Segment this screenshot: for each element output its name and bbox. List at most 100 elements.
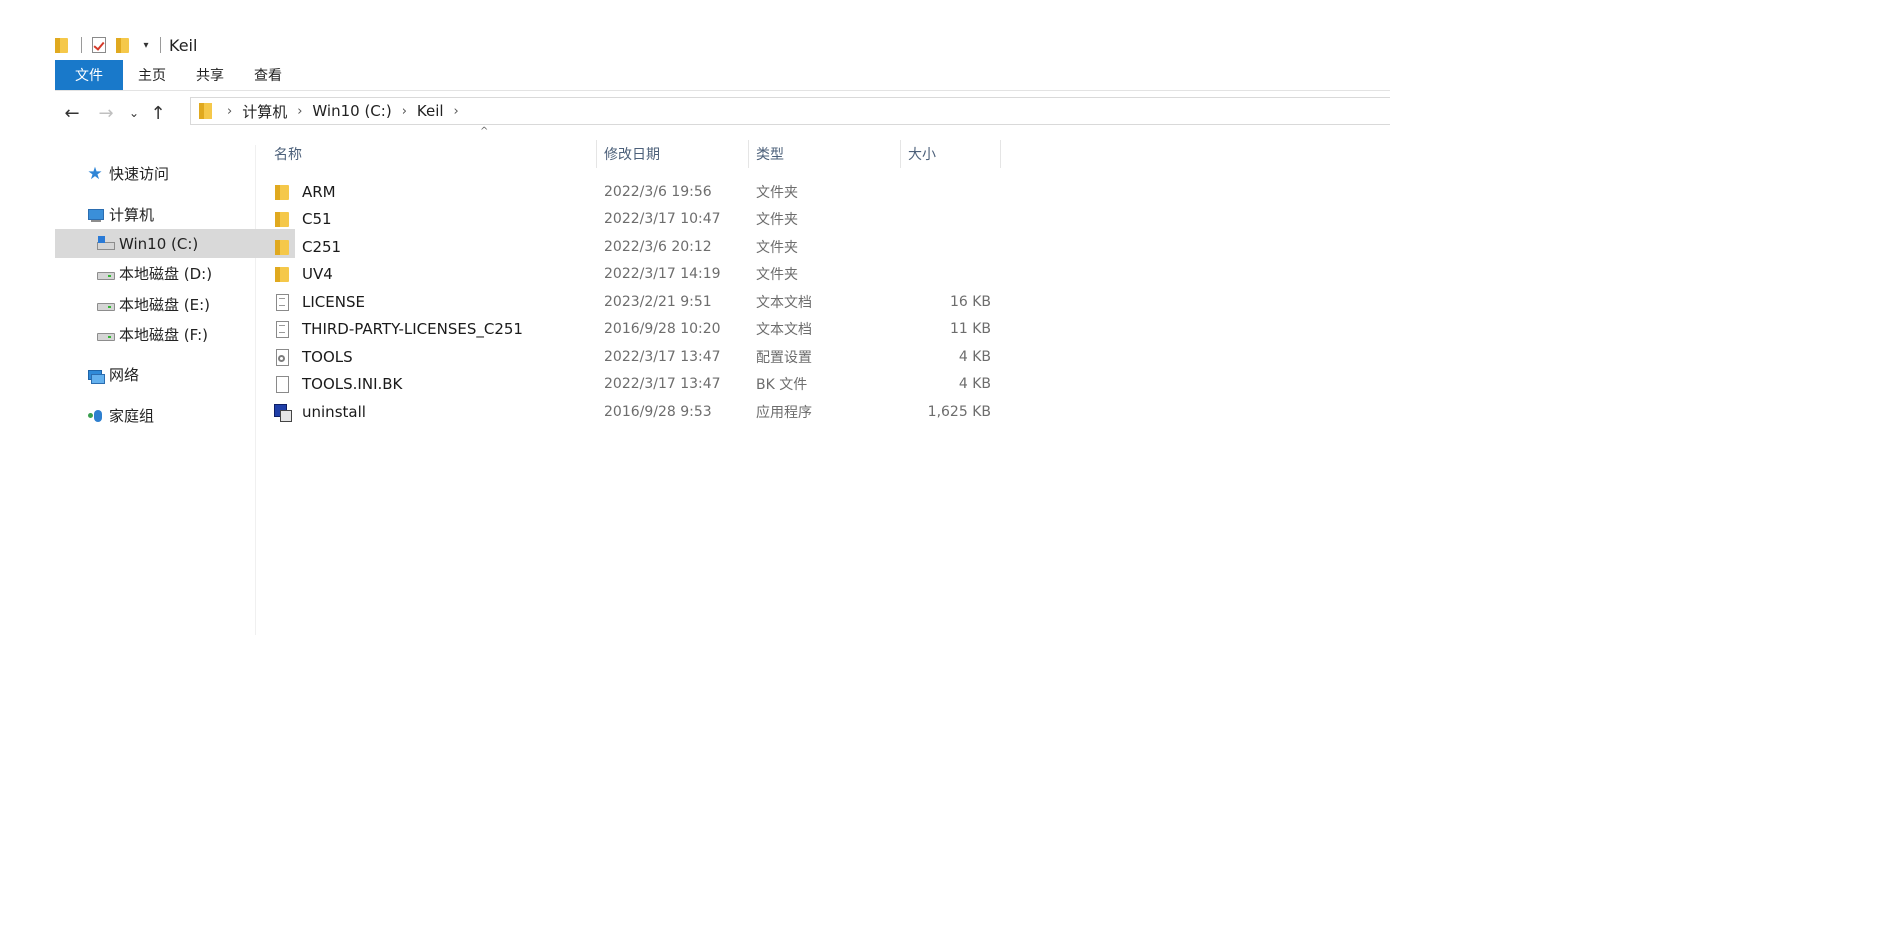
breadcrumb-computer[interactable]: 计算机 [236,101,293,122]
sidebar-item-computer[interactable]: 计算机 [55,200,285,229]
drive-icon [97,297,115,313]
file-date: 2016/9/28 9:53 [604,403,712,420]
file-type: 文件夹 [756,267,798,284]
file-type: 文件夹 [756,184,798,201]
file-date: 2022/3/17 13:47 [604,348,721,365]
title-bar: ▾ Keil [55,30,655,60]
network-icon [87,367,105,384]
homegroup-icon [87,408,103,424]
breadcrumb-drive-c[interactable]: Win10 (C:) [306,102,397,120]
sidebar-item-label: 本地磁盘 (D:) [119,265,213,283]
table-row[interactable]: C251 2022/3/6 20:12 文件夹 [267,233,1001,261]
sidebar-item-label: 本地磁盘 (E:) [119,296,211,314]
file-name: TOOLS [302,347,353,366]
toolbar-separator [160,37,161,53]
chevron-right-icon[interactable]: › [223,104,236,119]
properties-icon[interactable] [92,37,106,53]
recent-locations-button[interactable]: ⌄ [123,97,145,129]
drive-icon [97,327,115,343]
file-name: UV4 [302,265,333,284]
table-row[interactable]: LICENSE 2023/2/21 9:51 文本文档 16 KB [267,288,1001,316]
file-name: TOOLS.INI.BK [302,375,403,394]
file-date: 2022/3/6 19:56 [604,183,712,200]
file-type: 文本文档 [756,294,812,311]
tab-file[interactable]: 文件 [55,60,123,90]
chevron-right-icon[interactable]: › [398,104,411,119]
file-date: 2022/3/17 14:19 [604,266,721,283]
sidebar-item-label: Win10 (C:) [119,234,199,253]
file-name: C51 [302,210,332,229]
tab-share[interactable]: 共享 [181,60,239,90]
sidebar-item-label: 网络 [109,366,140,384]
chevron-down-icon: ⌄ [128,106,140,120]
file-date: 2022/3/17 10:47 [604,211,721,228]
sidebar-item-label: 快速访问 [109,165,170,183]
star-icon: ★ [87,163,103,184]
computer-icon [87,207,104,223]
column-header-date[interactable]: 修改日期 [597,140,749,168]
table-row[interactable]: THIRD-PARTY-LICENSES_C251 2016/9/28 10:2… [267,316,1001,344]
address-bar[interactable]: › 计算机 › Win10 (C:) › Keil › [190,97,1390,125]
breadcrumb-keil[interactable]: Keil [411,102,450,120]
sidebar-item-label: 计算机 [109,206,155,224]
sidebar-item-label: 家庭组 [109,407,155,425]
column-header-type[interactable]: 类型 [749,140,901,168]
folder-icon [274,266,290,283]
sidebar-item-network[interactable]: 网络 [55,360,285,389]
table-row[interactable]: TOOLS.INI.BK 2022/3/17 13:47 BK 文件 4 KB [267,371,1001,399]
table-row[interactable]: UV4 2022/3/17 14:19 文件夹 [267,261,1001,289]
navigation-bar: ← → ⌄ ↑ › 计算机 › Win10 (C:) › Keil › [55,97,1390,129]
file-type: 文件夹 [756,212,798,229]
folder-icon [55,37,69,53]
chevron-down-icon[interactable]: ▾ [140,40,152,51]
table-row[interactable]: C51 2022/3/17 10:47 文件夹 [267,206,1001,234]
window-title: Keil [169,35,198,55]
explorer-window: ▾ Keil 文件 主页 共享 查看 ← → ⌄ ↑ › 计算机 › Win10… [55,0,1390,941]
column-header-size[interactable]: 大小 [901,140,1001,168]
table-row[interactable]: ARM 2022/3/6 19:56 文件夹 [267,178,1001,206]
tab-view[interactable]: 查看 [239,60,297,90]
file-name: uninstall [302,402,366,421]
text-document-icon [274,293,290,311]
file-list: ^ 名称 修改日期 类型 大小 ARM 2022/3/6 19:56 文件夹 C… [255,126,1390,648]
arrow-up-icon: ↑ [150,102,166,124]
folder-icon [274,239,290,255]
table-row[interactable]: TOOLS 2022/3/17 13:47 配置设置 4 KB [267,343,1001,371]
arrow-left-icon: ← [64,102,80,124]
text-document-icon [274,321,290,339]
folder-icon [199,103,213,119]
file-size: 16 KB [949,293,991,310]
file-name: THIRD-PARTY-LICENSES_C251 [302,320,523,339]
tab-home[interactable]: 主页 [123,60,181,90]
folder-icon [274,211,290,228]
forward-button[interactable]: → [89,97,123,129]
column-headers: 名称 修改日期 类型 大小 [267,140,1001,168]
file-name: ARM [302,182,336,201]
new-folder-icon[interactable] [116,37,130,53]
file-type: 应用程序 [756,404,812,421]
blank-file-icon [274,376,290,394]
folder-icon [274,184,290,200]
file-size: 4 KB [958,376,991,393]
chevron-right-icon[interactable]: › [450,104,463,119]
settings-file-icon [274,348,290,366]
file-type: 文件夹 [756,239,798,256]
column-header-name[interactable]: 名称 [267,140,597,168]
file-type: 配置设置 [756,349,812,366]
ribbon-tabs: 文件 主页 共享 查看 [55,60,1390,91]
toolbar-separator [81,37,82,53]
sidebar-item-quick-access[interactable]: ★ 快速访问 [55,159,285,188]
sidebar-item-homegroup[interactable]: 家庭组 [55,401,285,430]
file-date: 2022/3/17 13:47 [604,376,721,393]
up-button[interactable]: ↑ [145,97,171,129]
back-button[interactable]: ← [55,97,89,129]
chevron-right-icon[interactable]: › [293,104,306,119]
file-size: 11 KB [949,321,991,338]
file-name: C251 [302,237,342,256]
file-name: LICENSE [302,292,365,311]
file-date: 2022/3/6 20:12 [604,238,712,255]
drive-icon [97,266,115,282]
sidebar-item-label: 本地磁盘 (F:) [119,326,208,344]
table-row[interactable]: uninstall 2016/9/28 9:53 应用程序 1,625 KB [267,398,1001,426]
file-type: BK 文件 [756,377,808,394]
